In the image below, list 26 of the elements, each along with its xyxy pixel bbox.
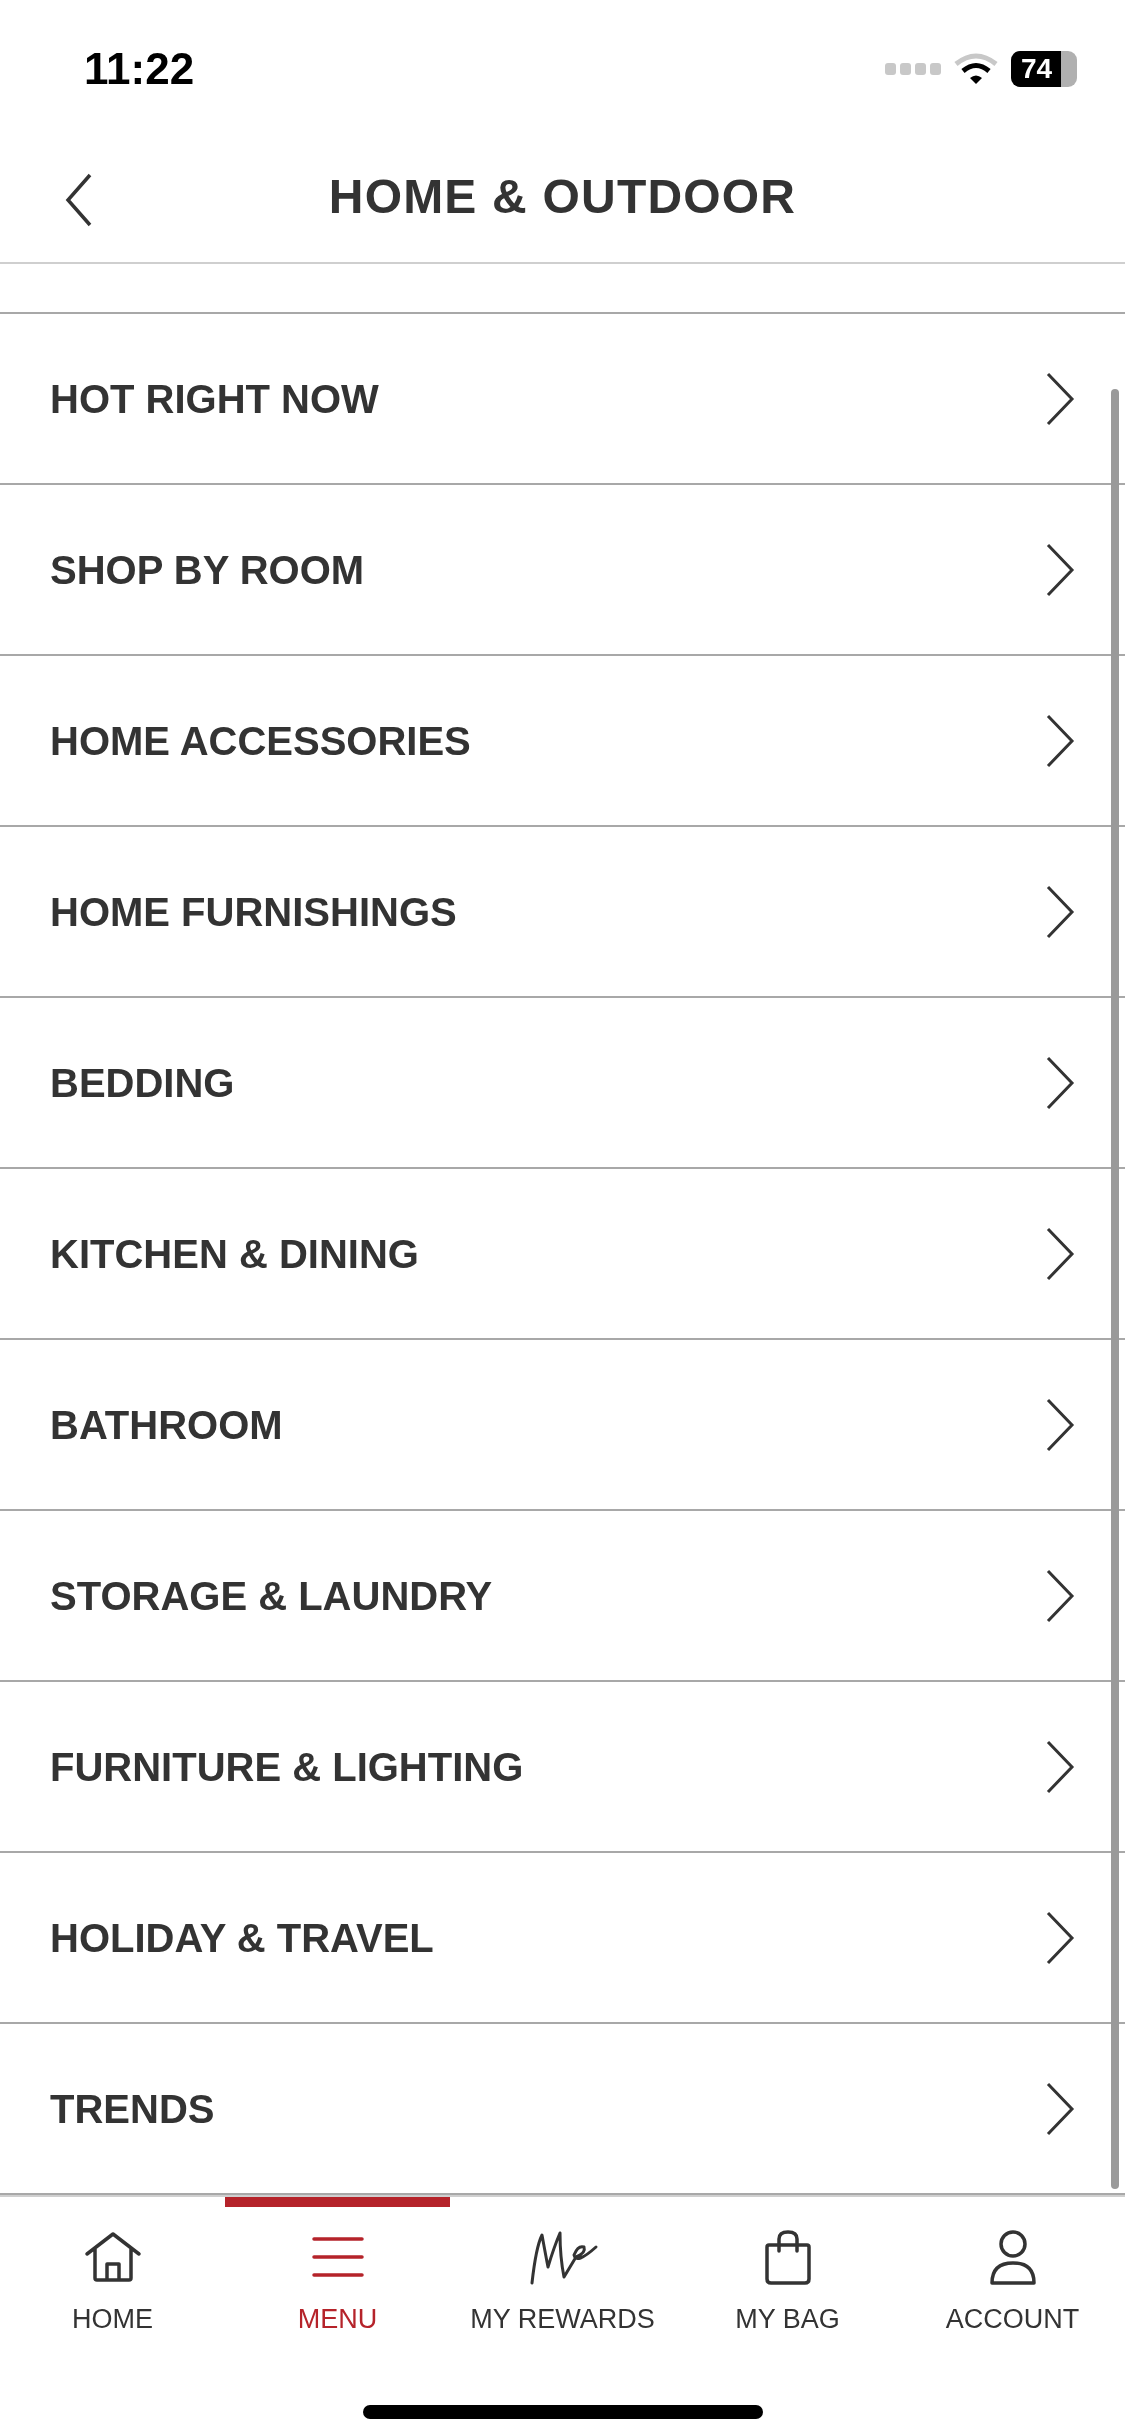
chevron-right-icon: [1045, 1909, 1075, 1966]
account-icon: [987, 2229, 1038, 2285]
battery-level: 74: [1021, 55, 1053, 83]
chevron-right-icon: [1045, 1396, 1075, 1453]
chevron-right-icon: [1045, 883, 1075, 940]
bag-icon: [762, 2229, 813, 2285]
status-time: 11:22: [84, 43, 195, 95]
menu-icon: [309, 2235, 366, 2279]
wifi-icon: [953, 52, 999, 86]
back-icon: [64, 173, 94, 227]
chevron-right-icon: [1045, 1225, 1075, 1282]
tab-bar-item[interactable]: MENU: [225, 2197, 450, 2387]
chevron-right-icon: [1045, 370, 1075, 427]
chevron-right-icon: [1045, 1567, 1075, 1624]
page-title: HOME & OUTDOOR: [328, 169, 797, 225]
chevron-right-icon: [1045, 712, 1075, 769]
home-icon: [82, 2230, 143, 2284]
chevron-right-icon: [1045, 1738, 1075, 1795]
chevron-right-icon: [1045, 541, 1075, 598]
tab-bar-item[interactable]: HOME: [0, 2197, 225, 2387]
chevron-right-icon: [1045, 2080, 1075, 2137]
tab-bar-item[interactable]: MY BAG: [675, 2197, 900, 2387]
tab-bar-item[interactable]: MY REWARDS: [450, 2197, 675, 2387]
tab-bar-item[interactable]: ACCOUNT: [900, 2197, 1125, 2387]
signal-icon: [885, 63, 941, 75]
chevron-right-icon: [1045, 1054, 1075, 1111]
